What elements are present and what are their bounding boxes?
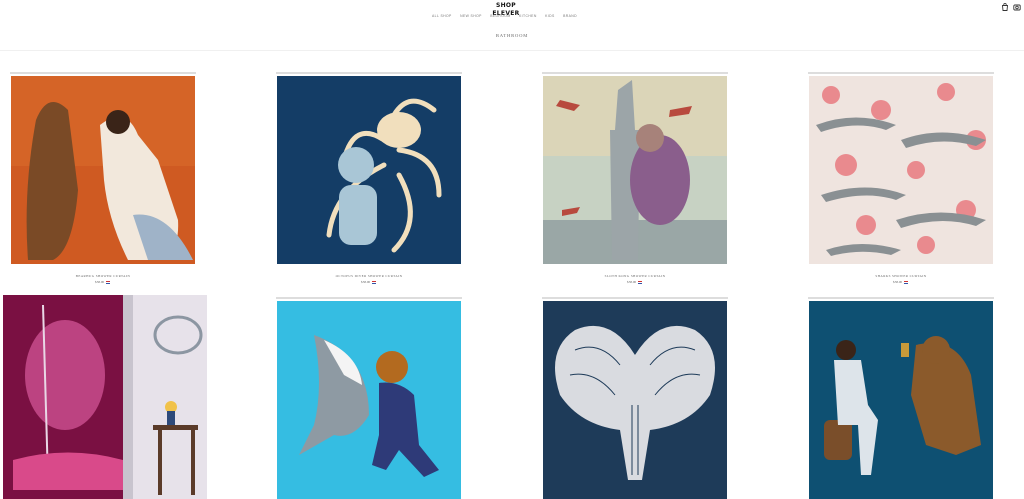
nav-item-kitchen[interactable]: Kitchen xyxy=(519,13,537,19)
product-card[interactable]: Sloth Kong Shower Curtain $58.00 xyxy=(540,70,730,290)
product-card[interactable]: Bearhug Shower Curtain $58.00 xyxy=(8,70,198,290)
flag-icon xyxy=(903,280,908,284)
product-image[interactable] xyxy=(540,70,730,266)
product-image[interactable] xyxy=(540,295,730,499)
product-image[interactable] xyxy=(274,70,464,266)
product-image[interactable] xyxy=(806,70,996,266)
product-card[interactable] xyxy=(806,295,996,499)
product-image[interactable] xyxy=(274,295,464,499)
product-title[interactable]: Sloth Kong Shower Curtain xyxy=(540,274,730,279)
product-price: $58.00 xyxy=(8,280,198,285)
product-card[interactable] xyxy=(540,295,730,499)
product-image[interactable] xyxy=(3,295,207,499)
header-divider xyxy=(0,50,1024,51)
site-logo[interactable]: SHOP ELEVER xyxy=(489,2,523,17)
product-price: $58.00 xyxy=(806,280,996,285)
main-nav: All Shop New Shop Bedroom Kitchen Kids B… xyxy=(432,13,577,19)
product-image[interactable] xyxy=(8,70,198,266)
product-title[interactable]: Sharks Shower Curtain xyxy=(806,274,996,279)
nav-item-all-shop[interactable]: All Shop xyxy=(432,13,452,19)
flag-icon xyxy=(105,280,110,284)
product-card[interactable]: Octopus Diver Shower Curtain $58.00 xyxy=(274,70,464,290)
flag-icon xyxy=(637,280,642,284)
product-title[interactable]: Octopus Diver Shower Curtain xyxy=(274,274,464,279)
product-title[interactable]: Bearhug Shower Curtain xyxy=(8,274,198,279)
nav-item-new-shop[interactable]: New Shop xyxy=(460,13,482,19)
product-price: $58.00 xyxy=(274,280,464,285)
product-card[interactable]: Sharks Shower Curtain $58.00 xyxy=(806,70,996,290)
product-card[interactable] xyxy=(3,295,207,499)
product-image[interactable] xyxy=(806,295,996,499)
page-title: Bathroom xyxy=(495,33,529,38)
camera-icon[interactable] xyxy=(1013,3,1021,11)
nav-item-brand[interactable]: Brand xyxy=(563,13,577,19)
bag-icon[interactable] xyxy=(1001,3,1009,11)
product-card[interactable] xyxy=(274,295,464,499)
flag-icon xyxy=(371,280,376,284)
product-price: $58.00 xyxy=(540,280,730,285)
nav-item-kids[interactable]: Kids xyxy=(545,13,555,19)
nav-item-bedroom[interactable]: Bedroom xyxy=(490,13,510,19)
site-header: SHOP ELEVER All Shop New Shop Bedroom Ki… xyxy=(0,0,1024,50)
